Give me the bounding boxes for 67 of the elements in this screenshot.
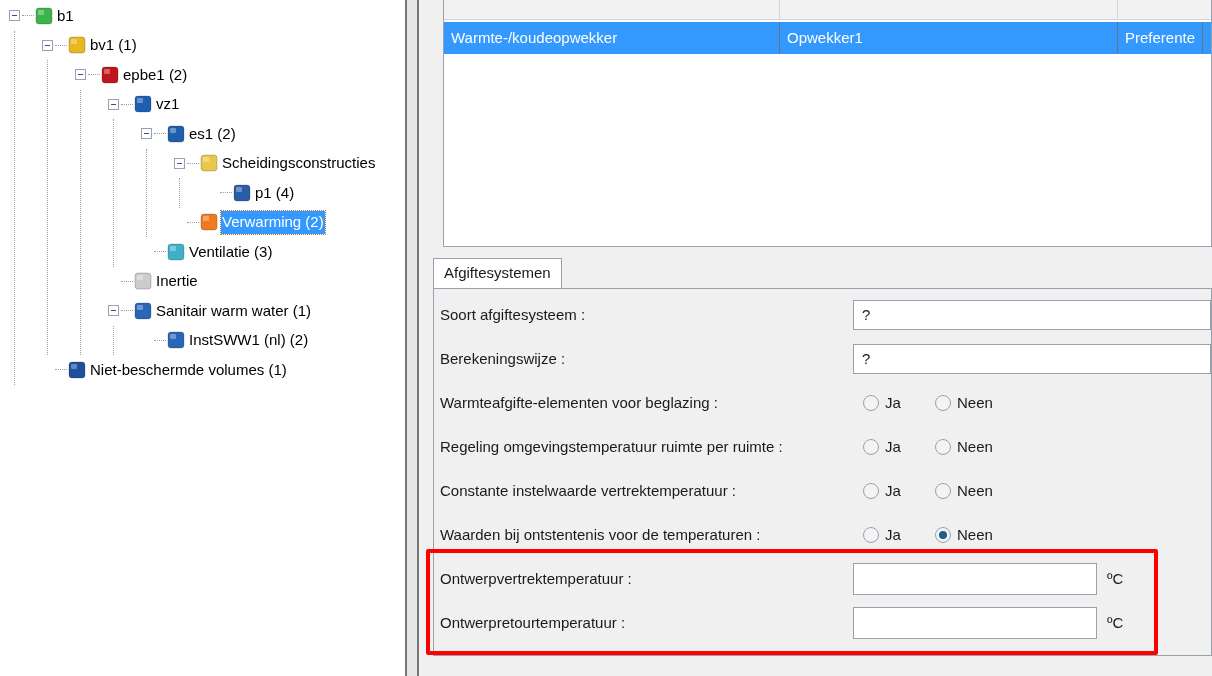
collapse-toggle[interactable]: [107, 305, 119, 317]
field-label: Ontwerpvertrektemperatuur :: [440, 568, 633, 589]
field-label: Waarden bij ontstentenis voor de temperaturen :: [440, 524, 762, 545]
collapse-toggle[interactable]: [41, 39, 53, 51]
collapse-toggle[interactable]: [173, 157, 185, 169]
field-label: Soort afgiftesysteem :: [440, 304, 587, 325]
tree-node-label[interactable]: epbe1 (2): [122, 63, 189, 86]
splitter[interactable]: [405, 0, 419, 676]
collapse-toggle[interactable]: [8, 10, 20, 22]
tree-node-icon: [133, 300, 153, 321]
field-label: Constante instelwaarde vertrektemperatuur :: [440, 480, 737, 501]
tree-node-label[interactable]: Ventilatie (3): [188, 240, 274, 263]
table-cell: Opwekker1: [780, 22, 1118, 54]
tree-node-icon: [67, 359, 87, 380]
tree-node-icon: [199, 153, 219, 174]
radio-button[interactable]: [935, 395, 951, 411]
collapse-toggle[interactable]: [107, 98, 119, 110]
input-field[interactable]: [853, 563, 1097, 595]
tree-node-label[interactable]: p1 (4): [254, 181, 296, 204]
tree-node-label[interactable]: InstSWW1 (nl) (2): [188, 329, 310, 352]
table-cell: Preferente: [1118, 22, 1204, 54]
radio-label: Ja: [885, 392, 901, 413]
select-field[interactable]: ?: [853, 300, 1211, 330]
tree-node-icon: [166, 123, 186, 144]
tree-node-icon: [100, 64, 120, 85]
radio-label: Ja: [885, 524, 901, 545]
tree-node-icon: [34, 5, 54, 26]
radio-button[interactable]: [863, 395, 879, 411]
table-cell: Warmte-/koudeopwekker: [444, 22, 780, 54]
tree-node-icon: [199, 212, 219, 233]
tree-node-label[interactable]: Sanitair warm water (1): [155, 299, 313, 322]
tree-node-label[interactable]: vz1: [155, 93, 181, 116]
tab[interactable]: Afgiftesystemen: [433, 258, 562, 288]
tree-node-icon: [232, 182, 252, 203]
field-label: Regeling omgevingstemperatuur ruimte per ruimte :: [440, 436, 784, 457]
radio-label: Ja: [885, 436, 901, 457]
radio-button[interactable]: [935, 527, 951, 543]
tree-node-label[interactable]: Inertie: [155, 270, 199, 293]
tree-node-icon: [133, 94, 153, 115]
field-label: Ontwerpretourtemperatuur :: [440, 612, 627, 633]
radio-label: Neen: [957, 524, 993, 545]
radio-button[interactable]: [935, 439, 951, 455]
radio-label: Neen: [957, 436, 993, 457]
radio-button[interactable]: [863, 439, 879, 455]
collapse-toggle[interactable]: [74, 69, 86, 81]
radio-label: Neen: [957, 480, 993, 501]
tree-node-label[interactable]: b1: [56, 4, 75, 27]
radio-button[interactable]: [863, 527, 879, 543]
tree-node-icon: [133, 271, 153, 292]
unit-label: ºC: [1107, 612, 1124, 633]
tree-node-icon: [166, 330, 186, 351]
radio-button[interactable]: [935, 483, 951, 499]
tree-node-icon: [166, 241, 186, 262]
tree-node-label[interactable]: bv1 (1): [89, 34, 138, 57]
tree-node-label[interactable]: Niet-beschermde volumes (1): [89, 358, 288, 381]
radio-button[interactable]: [863, 483, 879, 499]
collapse-toggle[interactable]: [140, 128, 152, 140]
input-field[interactable]: [853, 607, 1097, 639]
field-label: Berekeningswijze :: [440, 348, 567, 369]
radio-label: Ja: [885, 480, 901, 501]
select-field[interactable]: ?: [853, 344, 1211, 374]
radio-label: Neen: [957, 392, 993, 413]
tree-node-label[interactable]: Scheidingsconstructies: [221, 152, 377, 175]
tree-node-icon: [67, 35, 87, 56]
tree-node-label[interactable]: es1 (2): [188, 122, 237, 145]
unit-label: ºC: [1107, 568, 1124, 589]
field-label: Warmteafgifte-elementen voor beglazing :: [440, 392, 719, 413]
